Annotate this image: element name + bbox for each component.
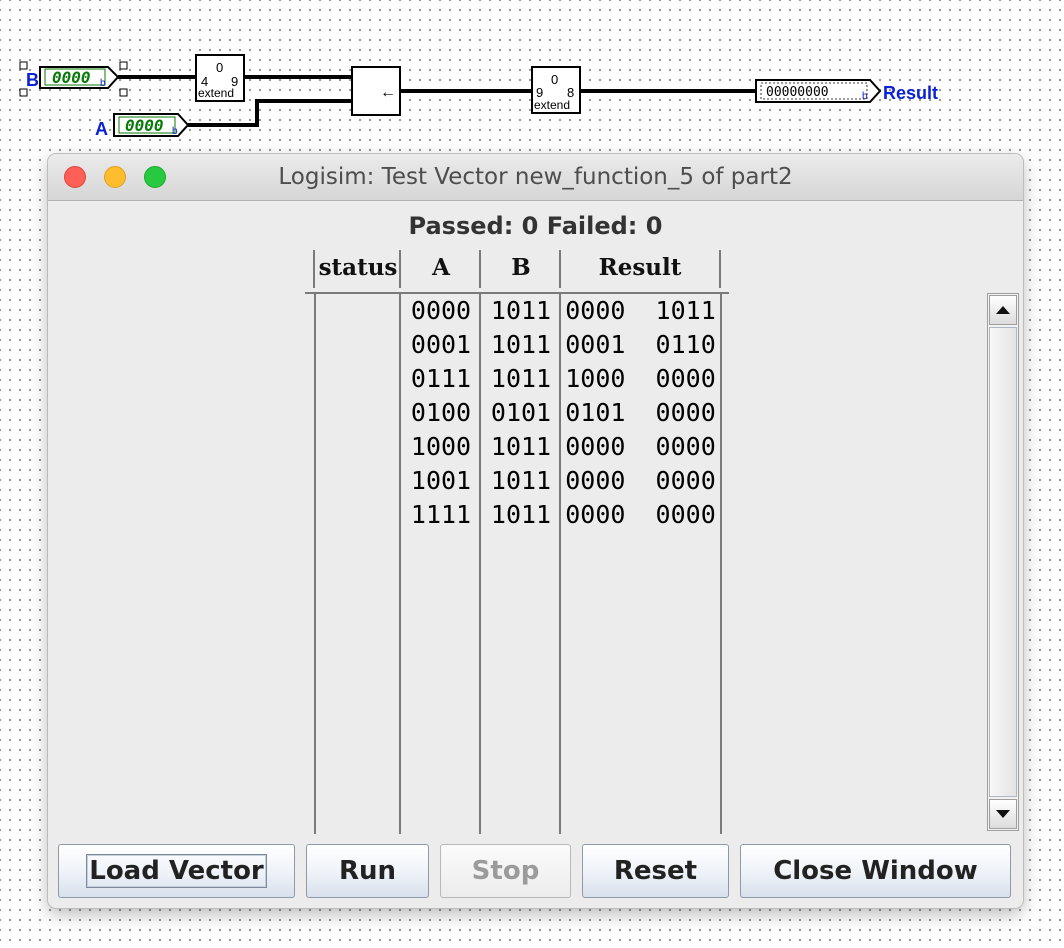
table-cell bbox=[316, 498, 401, 532]
table-cell bbox=[316, 430, 401, 464]
table-cell: 0001 bbox=[410, 330, 472, 359]
input-pin-a[interactable]: 0000 b A bbox=[95, 113, 190, 139]
vertical-scrollbar[interactable] bbox=[987, 293, 1019, 831]
input-b-radix: b bbox=[100, 78, 106, 89]
output-pin-result[interactable]: 00000000 b Result bbox=[755, 79, 938, 103]
triangle-down-icon bbox=[996, 810, 1010, 818]
selection-handle[interactable] bbox=[119, 61, 128, 70]
table-cell bbox=[316, 362, 401, 396]
run-button[interactable]: Run bbox=[306, 844, 429, 898]
output-result-bits: 00000000 bbox=[766, 85, 829, 100]
column-a: 0000 0001 0111 0100 1000 1001 1111 bbox=[399, 294, 481, 834]
column-header-a: A bbox=[399, 250, 481, 288]
table-cell: 1011 bbox=[490, 466, 552, 495]
load-vector-button[interactable]: Load Vector bbox=[58, 844, 295, 898]
pass-fail-summary: Passed: 0 Failed: 0 bbox=[408, 212, 663, 240]
input-b-label: B bbox=[26, 70, 39, 90]
reset-button[interactable]: Reset bbox=[582, 844, 729, 898]
window-title: Logisim: Test Vector new_function_5 of p… bbox=[278, 164, 793, 190]
extender-left-top-label: 0 bbox=[216, 60, 223, 75]
column-header-b: B bbox=[479, 250, 561, 288]
table-cell bbox=[316, 464, 401, 498]
selection-handle[interactable] bbox=[119, 88, 128, 97]
test-vector-table: 0000 0001 0111 0100 1000 1001 1111 1011 … bbox=[314, 294, 722, 834]
column-header-result: Result bbox=[559, 250, 721, 288]
table-cell: 0000 0000 bbox=[565, 432, 716, 461]
input-a-label: A bbox=[95, 119, 108, 139]
shifter[interactable]: ← bbox=[351, 66, 401, 116]
input-pin-b[interactable]: 0000 b B bbox=[19, 61, 128, 97]
table-cell: 1111 bbox=[410, 500, 472, 529]
input-b-bits: 0000 bbox=[52, 68, 91, 87]
table-cell: 0100 bbox=[410, 398, 472, 427]
table-cell: 1000 0000 bbox=[565, 364, 716, 393]
scroll-up-button[interactable] bbox=[989, 295, 1017, 325]
selection-handle[interactable] bbox=[19, 61, 28, 70]
load-vector-label: Load Vector bbox=[86, 854, 267, 888]
table-cell bbox=[316, 396, 401, 430]
close-window-button[interactable]: Close Window bbox=[740, 844, 1011, 898]
table-cell: 0001 0110 bbox=[565, 330, 716, 359]
input-a-bits: 0000 bbox=[125, 116, 164, 135]
table-cell: 1011 bbox=[490, 296, 552, 325]
test-vector-window: Logisim: Test Vector new_function_5 of p… bbox=[48, 154, 1023, 908]
table-cell: 0000 1011 bbox=[565, 296, 716, 325]
scroll-down-button[interactable] bbox=[989, 799, 1017, 829]
selection-handle[interactable] bbox=[19, 88, 28, 97]
shift-left-arrow-icon: ← bbox=[380, 84, 396, 101]
table-cell: 0000 0000 bbox=[565, 466, 716, 495]
table-cell: 0000 bbox=[410, 296, 472, 325]
table-cell: 1011 bbox=[490, 432, 552, 461]
column-result: 0000 1011 0001 0110 1000 0000 0101 0000 … bbox=[559, 294, 722, 834]
wire-a-to-shifter bbox=[188, 99, 352, 127]
table-cell: 1001 bbox=[410, 466, 472, 495]
output-result-radix: b bbox=[862, 91, 868, 102]
table-header: status A B Result bbox=[305, 250, 729, 294]
output-result-label: Result bbox=[883, 83, 938, 103]
column-header-status: status bbox=[313, 250, 401, 288]
extender-right-top-label: 0 bbox=[551, 72, 558, 87]
table-cell bbox=[316, 328, 401, 362]
table-cell: 0101 bbox=[490, 398, 552, 427]
table-cell: 1000 bbox=[410, 432, 472, 461]
column-b: 1011 1011 1011 0101 1011 1011 1011 bbox=[479, 294, 561, 834]
bit-extender-left[interactable]: 0 4 9 extend bbox=[195, 54, 245, 102]
window-titlebar[interactable]: Logisim: Test Vector new_function_5 of p… bbox=[48, 154, 1023, 201]
input-a-radix: b bbox=[172, 126, 178, 137]
table-cell: 0000 0000 bbox=[565, 500, 716, 529]
circuit-canvas[interactable]: 0000 b B 0000 b A 0 4 9 extend ← 0 9 8 e… bbox=[0, 0, 1064, 160]
table-cell: 1011 bbox=[490, 500, 552, 529]
table-cell: 0111 bbox=[410, 364, 472, 393]
stop-button: Stop bbox=[440, 844, 571, 898]
table-cell: 1011 bbox=[490, 364, 552, 393]
scrollbar-thumb[interactable] bbox=[989, 327, 1017, 797]
bit-extender-right[interactable]: 0 9 8 extend bbox=[531, 66, 581, 114]
table-cell: 0101 0000 bbox=[565, 398, 716, 427]
table-cell: 1011 bbox=[490, 330, 552, 359]
triangle-up-icon bbox=[996, 306, 1010, 314]
column-status bbox=[314, 294, 401, 834]
extender-right-name: extend bbox=[534, 98, 570, 112]
table-cell bbox=[316, 294, 401, 328]
extender-left-name: extend bbox=[198, 86, 234, 100]
